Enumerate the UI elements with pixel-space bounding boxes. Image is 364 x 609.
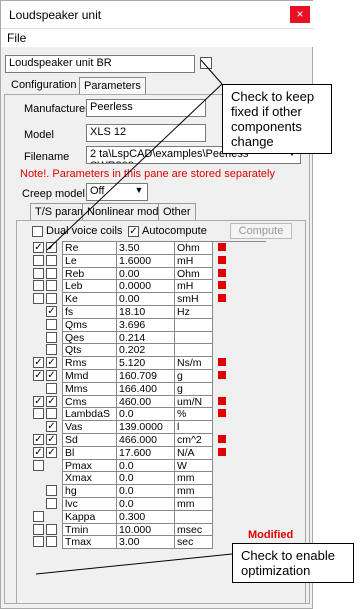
callout-line-top-2 [46,83,223,251]
callout-enable-optimization: Check to enable optimization [232,543,354,583]
callout-keep-fixed: Check to keep fixed if other components … [222,84,332,154]
callout-line-top-1 [200,59,223,85]
callout-line-bottom-1 [35,553,233,575]
